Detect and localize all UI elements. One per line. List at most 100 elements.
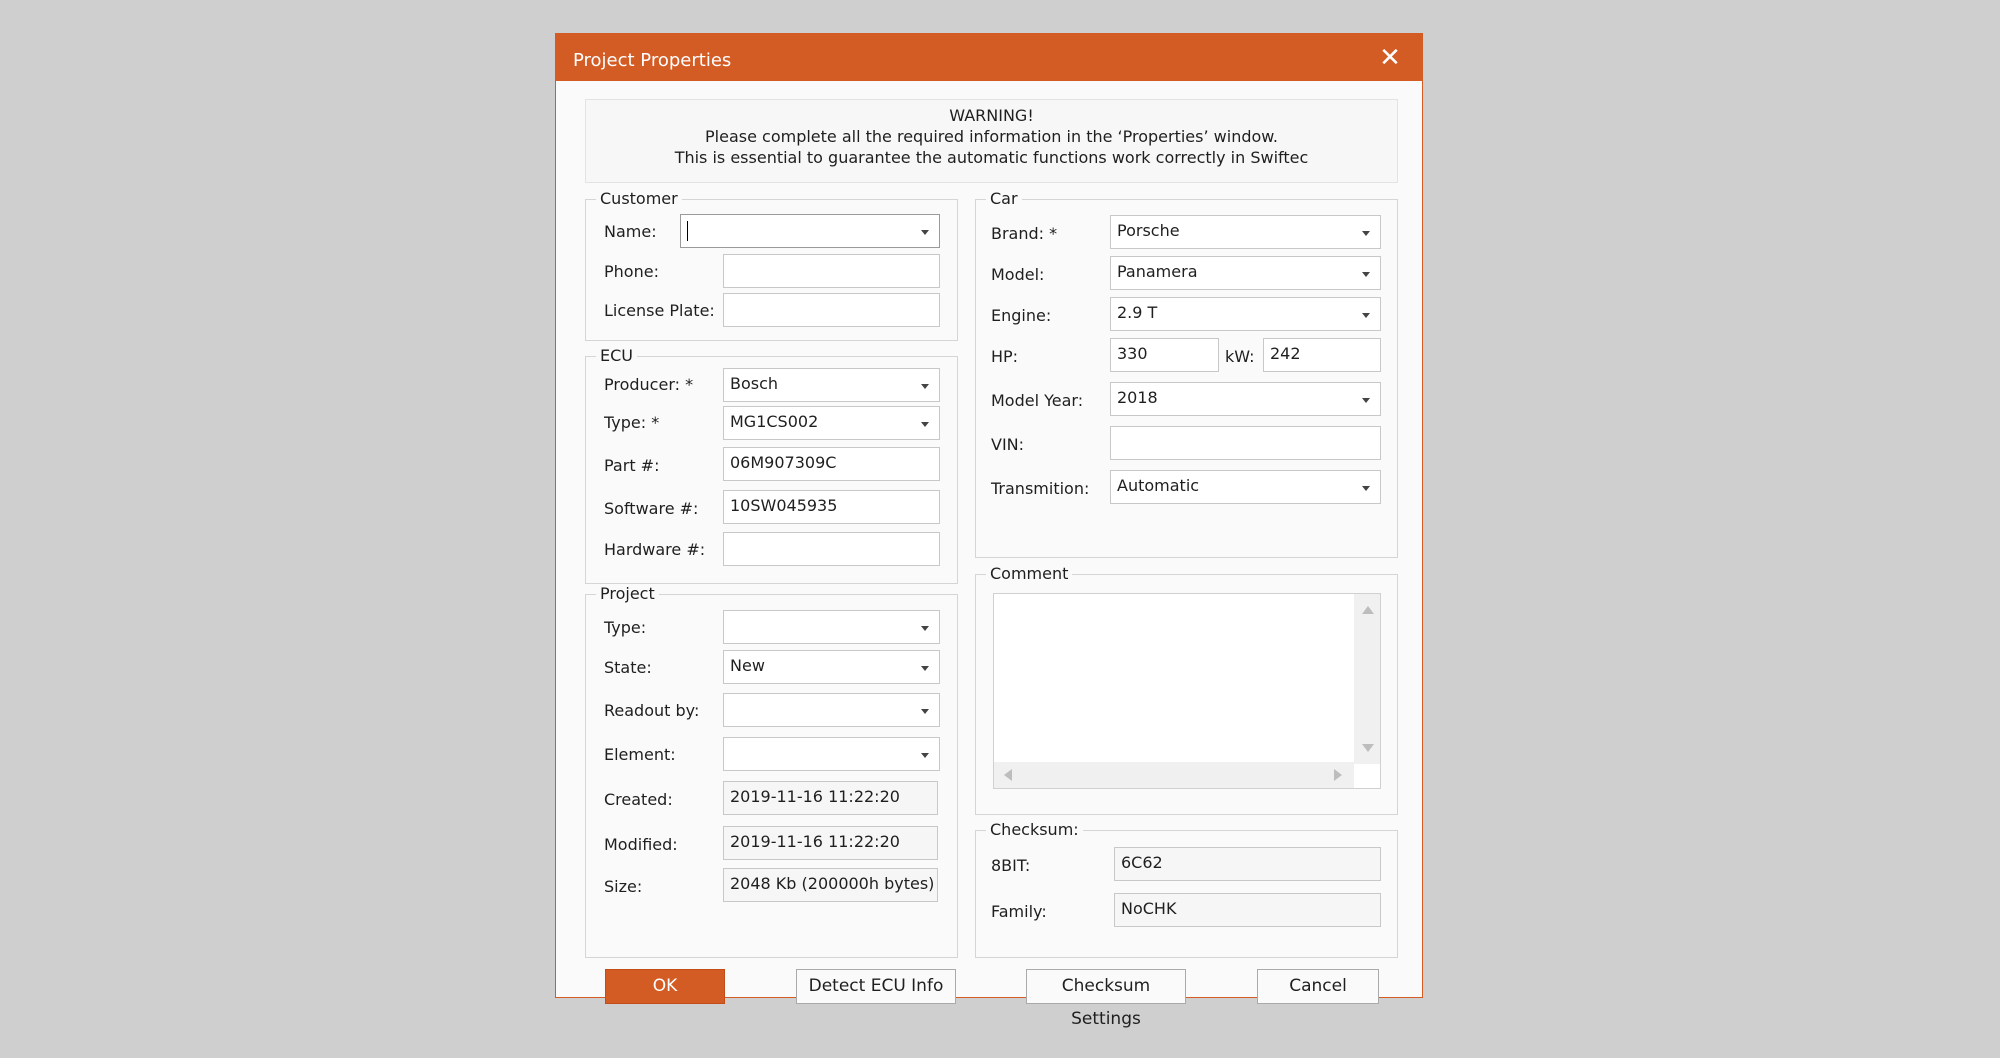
brand-value: Porsche xyxy=(1117,221,1180,240)
software-number-value: 10SW045935 xyxy=(730,496,838,515)
8bit-value: 6C62 xyxy=(1121,853,1163,872)
model-year-dropdown[interactable]: 2018 xyxy=(1110,382,1381,416)
warning-line-2: Please complete all the required informa… xyxy=(705,127,1278,146)
license-plate-label: License Plate: xyxy=(604,301,715,320)
size-field: 2048 Kb (200000h bytes) xyxy=(723,868,938,902)
element-dropdown[interactable] xyxy=(723,737,940,771)
hp-input[interactable]: 330 xyxy=(1110,338,1219,372)
close-icon: ✕ xyxy=(1379,43,1401,73)
modified-label: Modified: xyxy=(604,835,678,854)
state-value: New xyxy=(730,656,765,675)
warning-panel: WARNING! Please complete all the require… xyxy=(585,99,1398,183)
ecu-type-value: MG1CS002 xyxy=(730,412,819,431)
name-combobox[interactable] xyxy=(680,214,940,248)
modified-value: 2019-11-16 11:22:20 xyxy=(730,832,900,851)
created-value: 2019-11-16 11:22:20 xyxy=(730,787,900,806)
warning-heading: WARNING! xyxy=(949,106,1034,125)
project-type-label: Type: xyxy=(604,618,647,637)
car-group-title: Car xyxy=(986,189,1022,208)
dialog-title: Project Properties xyxy=(573,50,732,71)
model-label: Model: xyxy=(991,265,1045,284)
scroll-down-icon[interactable] xyxy=(1362,744,1374,752)
hp-value: 330 xyxy=(1117,344,1148,363)
readout-by-dropdown[interactable] xyxy=(723,693,940,727)
project-group: Project Type: State: New Readout by: Ele… xyxy=(585,584,958,958)
scroll-left-icon[interactable] xyxy=(1004,769,1012,781)
model-dropdown[interactable]: Panamera xyxy=(1110,256,1381,290)
checksum-group: Checksum: 8BIT: 6C62 Family: NoCHK xyxy=(975,820,1398,958)
part-number-input[interactable]: 06M907309C xyxy=(723,447,940,481)
scroll-right-icon[interactable] xyxy=(1334,769,1342,781)
size-value: 2048 Kb (200000h bytes) xyxy=(730,874,935,893)
software-number-label: Software #: xyxy=(604,499,699,518)
checksum-settings-button[interactable]: Checksum Settings xyxy=(1026,969,1186,1029)
hp-label: HP: xyxy=(991,347,1019,366)
ecu-group-title: ECU xyxy=(596,346,637,365)
project-group-title: Project xyxy=(596,584,659,603)
text-cursor xyxy=(687,220,688,241)
created-field: 2019-11-16 11:22:20 xyxy=(723,781,938,815)
ecu-type-dropdown[interactable]: MG1CS002 xyxy=(723,406,940,440)
family-label: Family: xyxy=(991,902,1047,921)
family-value: NoCHK xyxy=(1121,899,1177,918)
model-value: Panamera xyxy=(1117,262,1198,281)
comment-horizontal-scrollbar[interactable] xyxy=(994,762,1354,788)
kw-value: 242 xyxy=(1270,344,1301,363)
transmission-dropdown[interactable]: Automatic xyxy=(1110,470,1381,504)
hardware-number-input[interactable] xyxy=(723,532,940,566)
license-plate-input[interactable] xyxy=(723,293,940,327)
customer-group: Customer Name: Phone: License Plate: xyxy=(585,189,958,341)
comment-vertical-scrollbar[interactable] xyxy=(1354,594,1380,764)
phone-label: Phone: xyxy=(604,262,659,281)
kw-input[interactable]: 242 xyxy=(1263,338,1381,372)
8bit-label: 8BIT: xyxy=(991,856,1031,875)
hardware-number-label: Hardware #: xyxy=(604,540,706,559)
modified-field: 2019-11-16 11:22:20 xyxy=(723,826,938,860)
state-label: State: xyxy=(604,658,652,677)
state-dropdown[interactable]: New xyxy=(723,650,940,684)
part-number-label: Part #: xyxy=(604,456,660,475)
transmission-label: Transmition: xyxy=(991,479,1090,498)
8bit-field: 6C62 xyxy=(1114,847,1381,881)
created-label: Created: xyxy=(604,790,673,809)
checksum-group-title: Checksum: xyxy=(986,820,1083,839)
readout-by-label: Readout by: xyxy=(604,701,700,720)
transmission-value: Automatic xyxy=(1117,476,1200,495)
kw-label: kW: xyxy=(1225,347,1255,366)
title-bar: Project Properties ✕ xyxy=(556,34,1422,81)
vin-label: VIN: xyxy=(991,435,1025,454)
model-year-value: 2018 xyxy=(1117,388,1158,407)
producer-value: Bosch xyxy=(730,374,779,393)
vin-input[interactable] xyxy=(1110,426,1381,460)
engine-label: Engine: xyxy=(991,306,1052,325)
warning-line-3: This is essential to guarantee the autom… xyxy=(674,148,1309,167)
customer-group-title: Customer xyxy=(596,189,682,208)
cancel-button[interactable]: Cancel xyxy=(1257,969,1379,1004)
comment-group-title: Comment xyxy=(986,564,1073,583)
close-button[interactable]: ✕ xyxy=(1372,40,1408,76)
element-label: Element: xyxy=(604,745,676,764)
engine-dropdown[interactable]: 2.9 T xyxy=(1110,297,1381,331)
engine-value: 2.9 T xyxy=(1117,303,1158,322)
comment-group: Comment xyxy=(975,564,1398,815)
producer-label: Producer: * xyxy=(604,375,694,394)
size-label: Size: xyxy=(604,877,643,896)
brand-dropdown[interactable]: Porsche xyxy=(1110,215,1381,249)
family-field: NoCHK xyxy=(1114,893,1381,927)
project-type-dropdown[interactable] xyxy=(723,610,940,644)
ecu-type-label: Type: * xyxy=(604,413,660,432)
ok-button[interactable]: OK xyxy=(605,969,725,1004)
name-label: Name: xyxy=(604,222,657,241)
part-number-value: 06M907309C xyxy=(730,453,837,472)
scroll-up-icon[interactable] xyxy=(1362,606,1374,614)
comment-textarea[interactable] xyxy=(993,593,1381,789)
software-number-input[interactable]: 10SW045935 xyxy=(723,490,940,524)
project-properties-dialog: Project Properties ✕ WARNING! Please com… xyxy=(555,33,1423,1029)
ecu-group: ECU Producer: * Bosch Type: * MG1CS002 P… xyxy=(585,346,958,584)
producer-dropdown[interactable]: Bosch xyxy=(723,368,940,402)
car-group: Car Brand: * Porsche Model: Panamera Eng… xyxy=(975,189,1398,558)
phone-input[interactable] xyxy=(723,254,940,288)
brand-label: Brand: * xyxy=(991,224,1058,243)
detect-ecu-info-button[interactable]: Detect ECU Info xyxy=(796,969,956,1004)
model-year-label: Model Year: xyxy=(991,391,1084,410)
